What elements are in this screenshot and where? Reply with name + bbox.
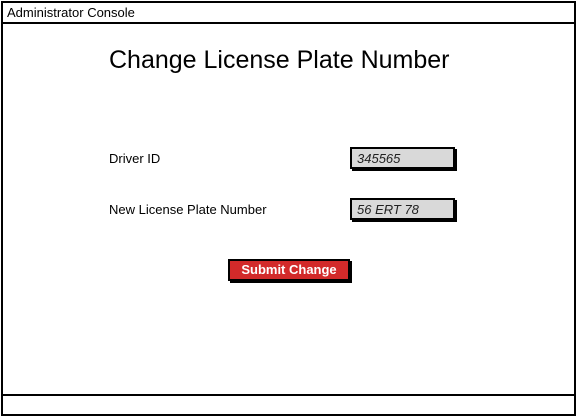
driver-id-label: Driver ID (109, 151, 161, 166)
status-bar (3, 394, 574, 414)
driver-id-input[interactable] (350, 147, 455, 169)
submit-change-button[interactable]: Submit Change (228, 259, 350, 281)
plate-number-input[interactable] (350, 198, 455, 220)
admin-console-window: Administrator Console Change License Pla… (1, 1, 576, 416)
window-title: Administrator Console (7, 5, 135, 20)
page-title: Change License Plate Number (109, 46, 450, 74)
title-bar: Administrator Console (3, 3, 574, 24)
plate-number-label: New License Plate Number (109, 202, 267, 217)
